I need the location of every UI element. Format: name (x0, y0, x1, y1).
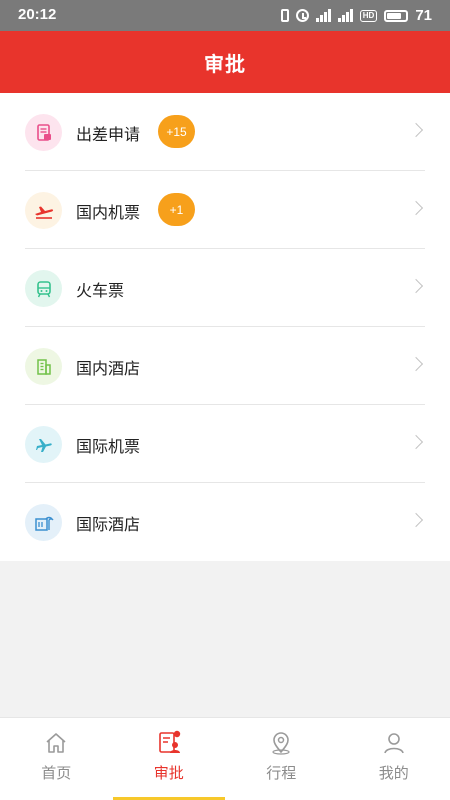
signal-icon-2 (337, 9, 353, 22)
list-item-train-ticket[interactable]: 火车票 (0, 249, 450, 327)
chevron-right-icon (408, 122, 424, 138)
chevron-right-icon (408, 200, 424, 216)
item-label: 火车票 (76, 281, 125, 300)
plane-icon (25, 426, 62, 463)
tab-itinerary[interactable]: 行程 (225, 718, 338, 800)
battery-icon (384, 9, 409, 22)
item-label: 国内机票 (76, 203, 141, 222)
item-label: 国际酒店 (76, 515, 141, 534)
hotel-icon (25, 504, 62, 541)
document-icon (25, 114, 62, 151)
list-item-domestic-hotel[interactable]: 国内酒店 (0, 327, 450, 405)
list-item-business-trip[interactable]: 出差申请 +15 (0, 93, 450, 171)
status-time: 20:12 (18, 6, 57, 23)
tab-label: 我的 (378, 764, 409, 782)
chevron-right-icon (408, 512, 424, 528)
chevron-right-icon (408, 356, 424, 372)
tab-profile[interactable]: 我的 (338, 718, 450, 800)
approval-icon (158, 730, 180, 753)
location-icon (272, 732, 290, 755)
list-item-domestic-flight[interactable]: 国内机票 +1 (0, 171, 450, 249)
battery-level: 71 (415, 7, 432, 24)
count-badge: +1 (158, 193, 195, 226)
page-title: 审批 (204, 51, 246, 76)
item-label: 国内酒店 (76, 359, 141, 378)
tab-approval[interactable]: 审批 (112, 718, 225, 800)
home-icon (46, 733, 66, 753)
building-icon (25, 348, 62, 385)
page-header: 审批 (0, 31, 450, 93)
status-bar: 20:12 HD 71 (0, 0, 450, 31)
tab-home[interactable]: 首页 (0, 718, 113, 800)
user-icon (383, 733, 404, 754)
hd-icon: HD (359, 9, 378, 22)
item-label: 出差申请 (76, 125, 141, 144)
train-icon (25, 270, 62, 307)
plane-takeoff-icon (25, 192, 62, 229)
vibrate-icon (280, 9, 289, 22)
count-badge: +15 (158, 115, 195, 148)
tab-label: 首页 (41, 764, 72, 782)
tab-label: 行程 (266, 764, 297, 782)
chevron-right-icon (408, 434, 424, 450)
alarm-icon (295, 9, 309, 22)
chevron-right-icon (408, 278, 424, 294)
list-item-international-hotel[interactable]: 国际酒店 (0, 483, 450, 561)
status-icons: HD 71 (280, 7, 432, 24)
approval-list: 出差申请 +15 国内机票 +1 火车票 国内酒店 国际机票 国际酒店 (0, 93, 450, 561)
signal-icon (315, 9, 331, 22)
item-label: 国际机票 (76, 437, 141, 456)
list-item-international-flight[interactable]: 国际机票 (0, 405, 450, 483)
tab-label: 审批 (153, 764, 184, 782)
bottom-tab-bar: 首页 审批 行程 我的 (0, 717, 450, 800)
